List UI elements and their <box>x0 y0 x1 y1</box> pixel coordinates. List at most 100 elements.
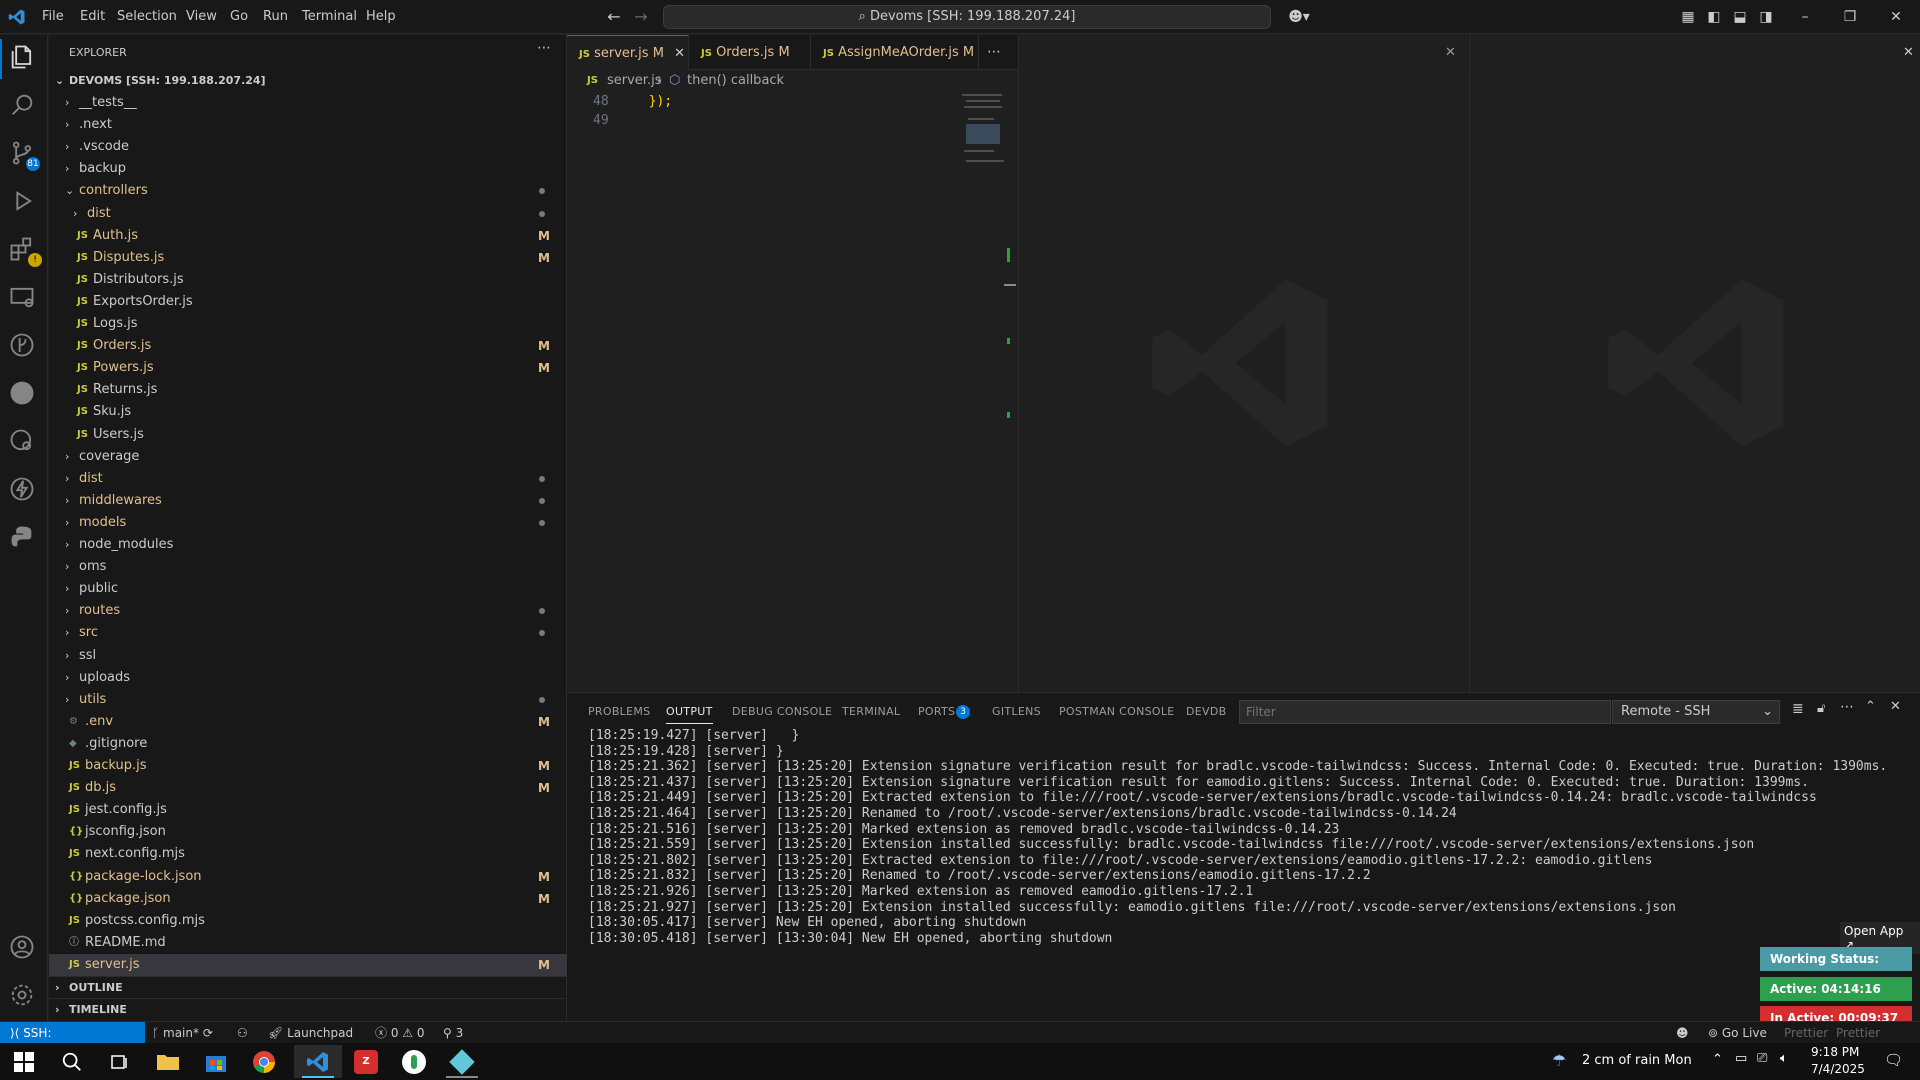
close-panel-icon[interactable]: ✕ <box>1890 699 1901 714</box>
minimize-icon[interactable]: – <box>1797 9 1813 25</box>
chrome-icon[interactable] <box>240 1045 288 1078</box>
battery-icon[interactable]: ▭ <box>1735 1051 1747 1066</box>
tab-orders-js[interactable]: JS Orders.js M <box>689 35 811 70</box>
postman-icon[interactable] <box>8 379 40 411</box>
output-channel-select[interactable]: Remote - SSH ⌄ <box>1612 700 1780 724</box>
app-diamond-icon[interactable] <box>438 1045 486 1078</box>
run-debug-icon[interactable] <box>8 187 40 219</box>
tree-folder[interactable]: › .next <box>49 114 567 136</box>
remote-indicator[interactable]: ⟩⟨ SSH: 199.188.207.24 <box>0 1022 145 1062</box>
tree-folder[interactable]: › src <box>49 622 567 644</box>
toggle-panel-icon[interactable]: ⬓ <box>1732 9 1748 25</box>
command-center[interactable]: ⌕ Devoms [SSH: 199.188.207.24] <box>663 5 1271 29</box>
microsoft-store-icon[interactable] <box>192 1045 240 1078</box>
tree-file[interactable]: ⚙ .env M <box>49 711 567 733</box>
tree-folder[interactable]: › models <box>49 512 567 534</box>
app-circle-icon[interactable] <box>390 1045 438 1078</box>
tree-file[interactable]: JS Auth.js M <box>49 225 567 247</box>
minimap[interactable] <box>960 92 1010 192</box>
restore-icon[interactable]: ❐ <box>1842 9 1858 25</box>
tree-file[interactable]: JS Powers.js M <box>49 357 567 379</box>
tree-folder[interactable]: › ssl <box>49 645 567 667</box>
tree-folder[interactable]: › dist <box>49 203 567 225</box>
vscode-taskbar-icon[interactable] <box>294 1045 342 1078</box>
arrow-left-icon[interactable]: ← <box>606 9 622 25</box>
tree-folder[interactable]: › uploads <box>49 667 567 689</box>
maximize-panel-icon[interactable]: ⌃ <box>1865 699 1876 714</box>
explorer-icon[interactable] <box>8 43 40 75</box>
weather-label[interactable]: 2 cm of rain Mon <box>1582 1053 1692 1068</box>
tray-chevron-icon[interactable]: ⌃ <box>1712 1052 1723 1067</box>
menu-help[interactable]: Help <box>366 9 396 24</box>
close-group-icon[interactable]: ✕ <box>1903 45 1914 60</box>
tree-folder[interactable]: ⌄ controllers <box>49 180 567 202</box>
extensions-icon[interactable]: ! <box>8 235 42 267</box>
menu-file[interactable]: File <box>42 9 64 24</box>
lock-scroll-icon[interactable]: 🔓︎ <box>1817 701 1825 716</box>
tree-file[interactable]: JS db.js M <box>49 777 567 799</box>
tree-file[interactable]: ⓘ README.md <box>49 932 567 954</box>
thunder-client-icon[interactable] <box>8 475 40 507</box>
windows-start-icon[interactable] <box>0 1045 48 1078</box>
tree-folder[interactable]: › __tests__ <box>49 92 567 114</box>
tab-more-icon[interactable]: ⋯ <box>987 44 1001 60</box>
tree-folder[interactable]: › public <box>49 578 567 600</box>
tree-file[interactable]: JS Returns.js <box>49 379 567 401</box>
outline-section[interactable]: › OUTLINE <box>49 976 567 998</box>
settings-gear-icon[interactable] <box>8 981 40 1013</box>
copilot-icon[interactable]: ☻▾ <box>1284 9 1314 25</box>
clock-time[interactable]: 9:18 PM <box>1811 1045 1859 1059</box>
file-explorer-icon[interactable] <box>144 1045 192 1078</box>
menu-run[interactable]: Run <box>263 9 288 24</box>
panel-tab-gitlens[interactable]: GITLENS <box>992 705 1041 718</box>
panel-tab-debug-console[interactable]: DEBUG CONSOLE <box>732 705 832 718</box>
database-icon[interactable] <box>8 427 40 459</box>
panel-tab-devdb[interactable]: DEVDB <box>1186 705 1226 718</box>
panel-tab-ports[interactable]: PORTS <box>918 705 955 718</box>
problems-indicator[interactable]: ⓧ 0 ⚠ 0 <box>375 1022 425 1044</box>
output-filter-input[interactable] <box>1239 700 1611 724</box>
launchpad-item[interactable]: 🚀︎ Launchpad <box>268 1022 353 1044</box>
tab-assignmeaorder-js[interactable]: JS AssignMeAOrder.js M <box>811 35 979 70</box>
search-icon[interactable] <box>8 91 40 123</box>
tree-folder[interactable]: › routes <box>49 600 567 622</box>
tree-folder[interactable]: › oms <box>49 556 567 578</box>
tree-folder[interactable]: › node_modules <box>49 534 567 556</box>
menu-terminal[interactable]: Terminal <box>302 9 357 24</box>
workspace-root[interactable]: ⌄ DEVOMS [SSH: 199.188.207.24] <box>49 70 567 92</box>
toggle-sidebar-icon[interactable]: ◧ <box>1706 9 1722 25</box>
tree-file[interactable]: JS jest.config.js <box>49 799 567 821</box>
remote-explorer-icon[interactable] <box>8 283 40 315</box>
menu-view[interactable]: View <box>186 9 217 24</box>
tree-file[interactable]: JS next.config.mjs <box>49 843 567 865</box>
tree-file[interactable]: JS Sku.js <box>49 401 567 423</box>
panel-tab-problems[interactable]: PROBLEMS <box>588 705 650 718</box>
panel-tab-terminal[interactable]: TERMINAL <box>842 705 900 718</box>
panel-more-icon[interactable]: ⋯ <box>1840 699 1854 715</box>
close-group-icon[interactable]: ✕ <box>1445 45 1456 60</box>
search-icon[interactable] <box>48 1045 96 1078</box>
toggle-secondary-sidebar-icon[interactable]: ◨ <box>1758 9 1774 25</box>
tree-file[interactable]: {} package.json M <box>49 888 567 910</box>
branch-indicator[interactable]: ᚴ main* ⟳ <box>152 1022 213 1044</box>
tree-folder[interactable]: › backup <box>49 158 567 180</box>
network-icon[interactable]: ⎚ <box>1757 1051 1767 1066</box>
tree-folder[interactable]: › .vscode <box>49 136 567 158</box>
go-live-button[interactable]: ⊚ Go Live <box>1708 1022 1767 1044</box>
menu-go[interactable]: Go <box>230 9 248 24</box>
arrow-right-icon[interactable]: → <box>633 9 649 25</box>
clock-date[interactable]: 7/4/2025 <box>1811 1062 1865 1076</box>
tree-file[interactable]: {} package-lock.json M <box>49 866 567 888</box>
tree-file[interactable]: JS Users.js <box>49 424 567 446</box>
notifications-icon[interactable]: 🗨︎ <box>1884 1051 1903 1069</box>
zoho-icon[interactable]: Z <box>342 1045 390 1078</box>
tree-file[interactable]: JS server.js M <box>49 953 567 976</box>
tree-file[interactable]: ◆ .gitignore <box>49 733 567 755</box>
panel-tab-postman-console[interactable]: POSTMAN CONSOLE <box>1059 705 1175 718</box>
timeline-section[interactable]: › TIMELINE <box>49 998 567 1020</box>
python-icon[interactable] <box>8 523 40 555</box>
tree-folder[interactable]: › middlewares <box>49 490 567 512</box>
more-actions-icon[interactable]: ⋯ <box>537 40 551 56</box>
gitlens-icon[interactable] <box>8 331 40 363</box>
tree-file[interactable]: JS Distributors.js <box>49 269 567 291</box>
